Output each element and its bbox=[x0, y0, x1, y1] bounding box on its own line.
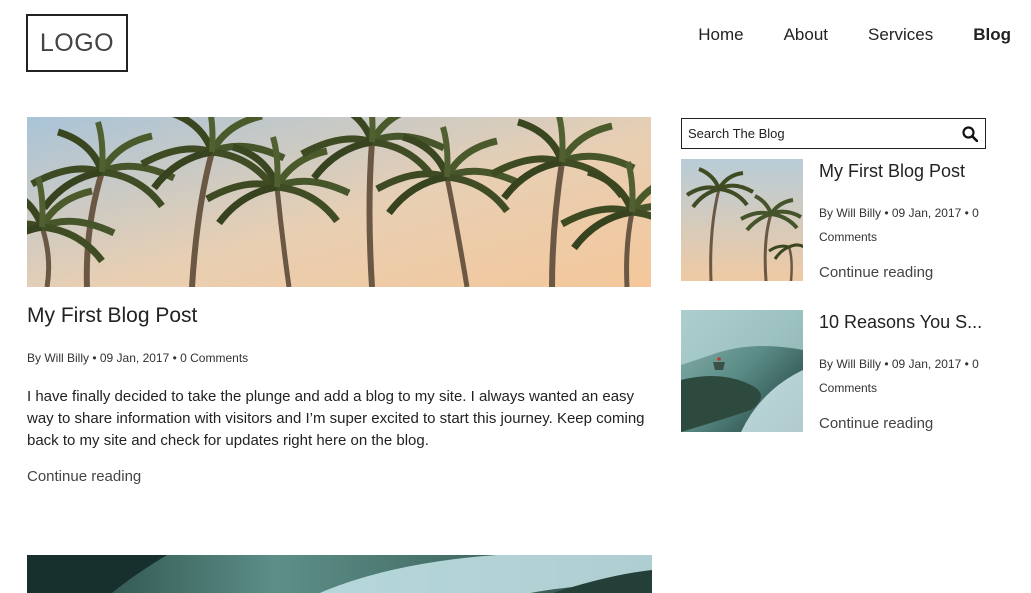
nav-blog[interactable]: Blog bbox=[973, 25, 1011, 45]
sidebar-post-title[interactable]: 10 Reasons You S... bbox=[819, 312, 984, 333]
continue-reading-link[interactable]: Continue reading bbox=[27, 468, 141, 485]
sidebar-post-thumbnail[interactable] bbox=[681, 159, 803, 281]
logo[interactable]: LOGO bbox=[26, 14, 128, 72]
palm-trees-thumbnail bbox=[681, 159, 803, 281]
search-icon[interactable] bbox=[955, 119, 985, 148]
nav-home[interactable]: Home bbox=[698, 25, 743, 45]
search-input[interactable] bbox=[682, 119, 955, 148]
sidebar-post: 10 Reasons You S... By Will Billy • 09 J… bbox=[681, 310, 986, 432]
post-excerpt: I have finally decided to take the plung… bbox=[27, 388, 645, 449]
second-post-hero-image[interactable] bbox=[27, 555, 652, 593]
post-hero-image[interactable] bbox=[27, 117, 651, 287]
main-nav: Home About Services Blog bbox=[698, 25, 1011, 45]
sidebar-post: My First Blog Post By Will Billy • 09 Ja… bbox=[681, 159, 986, 281]
logo-text: LOGO bbox=[39, 28, 115, 57]
sidebar-post-title[interactable]: My First Blog Post bbox=[819, 161, 984, 182]
blog-search bbox=[681, 118, 986, 149]
palm-trees-image bbox=[27, 117, 651, 287]
sidebar-post-meta: By Will Billy • 09 Jan, 2017 • 0 Comment… bbox=[819, 206, 979, 244]
cliff-lake-thumbnail bbox=[681, 310, 803, 432]
post-meta: By Will Billy • 09 Jan, 2017 • 0 Comment… bbox=[27, 351, 249, 365]
post-title[interactable]: My First Blog Post bbox=[27, 304, 197, 328]
nav-about[interactable]: About bbox=[784, 25, 828, 45]
nav-services[interactable]: Services bbox=[868, 25, 933, 45]
sidebar-continue-reading-link[interactable]: Continue reading bbox=[819, 415, 933, 432]
cliff-lake-image bbox=[27, 555, 652, 593]
sidebar-post-thumbnail[interactable] bbox=[681, 310, 803, 432]
sidebar-continue-reading-link[interactable]: Continue reading bbox=[819, 264, 933, 281]
sidebar-post-meta: By Will Billy • 09 Jan, 2017 • 0 Comment… bbox=[819, 357, 979, 395]
